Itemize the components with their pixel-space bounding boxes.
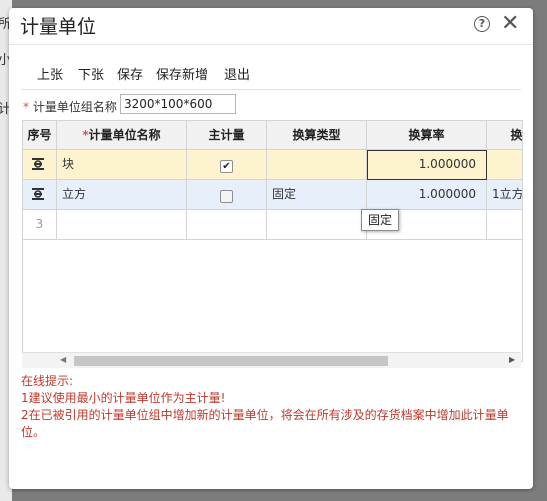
scrollbar-thumb[interactable] (74, 356, 388, 366)
cell-unit-name[interactable]: 立方 (57, 180, 187, 210)
dialog-title: 计量单位 (20, 16, 97, 38)
group-name-label: * 计量单位组名称 (23, 98, 117, 115)
group-name-input[interactable] (120, 94, 236, 114)
tips-line-1: 1建议使用最小的计量单位作为主计量! (21, 391, 226, 405)
cell-unit-name[interactable]: 块 (57, 150, 187, 180)
cell-rate[interactable]: 1.000000 (367, 180, 487, 210)
row-edit-icon[interactable] (31, 158, 45, 170)
group-name-label-text: 计量单位组名称 (32, 100, 117, 114)
cell-unit-name[interactable] (57, 210, 187, 240)
row-edit-icon[interactable] (31, 188, 45, 200)
col-header-rate[interactable]: 换算率 (367, 121, 487, 150)
close-icon[interactable]: ✕ (501, 10, 519, 38)
tips-line-2: 2在已被引用的计量单位组中增加新的计量单位，将会在所有涉及的存货档案中增加此计量… (21, 408, 509, 439)
row-action-cell[interactable] (23, 150, 57, 180)
cell-extra[interactable] (487, 210, 522, 240)
exit-button[interactable]: 退出 (224, 64, 250, 83)
col-header-unit-name-label: 计量单位名称 (88, 128, 161, 142)
primary-checkbox[interactable] (220, 190, 233, 203)
tips-heading: 在线提示: (21, 374, 74, 388)
cell-tooltip: 固定 (361, 209, 400, 231)
unit-of-measure-dialog: 计量单位 ? ✕ 上张 下张 保存 保存新增 退出 * 计量单位组名称 序号 *… (9, 8, 533, 489)
question-circle-icon[interactable]: ? (474, 16, 490, 32)
cell-conversion-type[interactable] (267, 150, 367, 180)
save-new-button[interactable]: 保存新增 (156, 64, 208, 83)
col-header-primary[interactable]: 主计量 (187, 121, 267, 150)
online-tips: 在线提示: 1建议使用最小的计量单位作为主计量! 2在已被引用的计量单位组中增加… (21, 373, 521, 441)
next-button[interactable]: 下张 (78, 64, 104, 83)
col-header-seq[interactable]: 序号 (23, 121, 57, 150)
primary-checkbox[interactable]: ✔ (220, 160, 233, 173)
cell-extra[interactable] (487, 150, 522, 180)
cell-primary[interactable] (187, 210, 267, 240)
col-header-unit-name[interactable]: *计量单位名称 (57, 121, 187, 150)
cell-conversion-type[interactable] (267, 210, 367, 240)
scroll-left-arrow-icon[interactable]: ◀ (60, 355, 66, 364)
row-action-cell[interactable] (23, 180, 57, 210)
cell-primary[interactable]: ✔ (187, 150, 267, 180)
toolbar-divider (21, 89, 521, 90)
units-grid: 序号 *计量单位名称 主计量 换算类型 换算率 换 块 ✔ 1.000000 立… (22, 120, 523, 362)
prev-button[interactable]: 上张 (37, 64, 63, 83)
cell-rate[interactable]: 1.000000 (367, 150, 487, 180)
scroll-right-arrow-icon[interactable]: ▶ (509, 355, 515, 364)
col-header-conversion-type[interactable]: 换算类型 (267, 121, 367, 150)
row-number: 3 (23, 210, 57, 240)
col-header-extra[interactable]: 换 (487, 121, 522, 150)
cell-primary[interactable] (187, 180, 267, 210)
horizontal-scrollbar[interactable]: ◀ ▶ (22, 352, 521, 368)
cell-extra[interactable]: 1立方 (487, 180, 522, 210)
cell-conversion-type[interactable]: 固定 (267, 180, 367, 210)
required-mark: * (23, 100, 29, 114)
save-button[interactable]: 保存 (117, 64, 143, 83)
dialog-titlebar: 计量单位 ? ✕ (9, 8, 533, 45)
